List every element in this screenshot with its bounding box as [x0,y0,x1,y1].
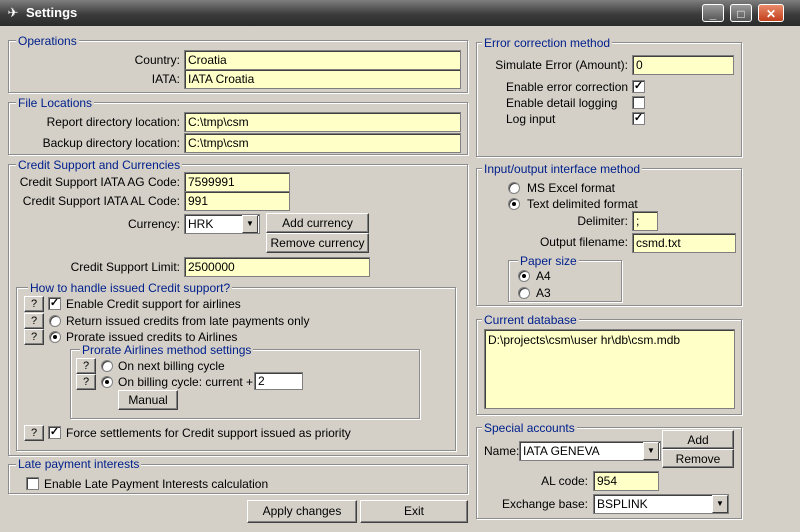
help-button-prorate[interactable]: ? [24,329,44,345]
cycle-offset-field[interactable]: 2 [254,372,303,390]
detail-logging-checkbox[interactable] [632,96,645,109]
country-label: Country: [134,53,180,67]
error-correction-legend: Error correction method [482,36,613,50]
chevron-down-icon[interactable]: ▼ [712,495,728,513]
detail-logging-label: Enable detail logging [506,96,618,110]
iata-field[interactable]: IATA Croatia [184,69,461,89]
maximize-button[interactable]: □ [730,4,752,22]
log-input-label: Log input [506,112,556,126]
next-cycle-label: On next billing cycle [118,359,225,373]
enable-credit-checkbox[interactable]: ✓ [48,297,61,310]
currency-value: HRK [188,217,214,231]
close-icon: ✕ [765,7,777,21]
help-button-on-cycle[interactable]: ? [76,374,96,390]
add-currency-button[interactable]: Add currency [266,213,369,233]
excel-format-radio[interactable] [508,182,520,194]
minimize-icon: _ [709,7,717,21]
delimiter-label: Delimiter: [577,214,628,228]
text-format-radio[interactable] [508,198,520,210]
on-cycle-radio[interactable] [101,376,113,388]
file-locations-legend: File Locations [16,96,95,110]
excel-format-label: MS Excel format [527,181,616,195]
ag-code-field[interactable]: 7599991 [184,172,290,192]
exchange-base-label: Exchange base: [501,497,588,511]
help-button-return[interactable]: ? [24,313,44,329]
maximize-icon: □ [737,7,745,21]
limit-label: Credit Support Limit: [70,260,180,274]
exit-button[interactable]: Exit [360,500,468,523]
al-code-label: Credit Support IATA AL Code: [22,194,180,208]
operations-legend: Operations [16,34,79,48]
report-dir-field[interactable]: C:\tmp\csm [184,112,461,132]
force-settlement-label: Force settlements for Credit support iss… [66,426,351,440]
current-database-legend: Current database [482,313,579,327]
apply-changes-button[interactable]: Apply changes [247,500,357,523]
help-button-enable[interactable]: ? [24,296,44,312]
title-bar[interactable]: ✈ Settings _ □ ✕ [0,0,800,26]
io-method-legend: Input/output interface method [482,162,643,176]
window-title: Settings [26,5,78,20]
a4-radio[interactable] [518,270,530,282]
help-button-force[interactable]: ? [24,425,44,441]
return-credits-radio[interactable] [49,315,61,327]
remove-currency-button[interactable]: Remove currency [266,233,369,253]
backup-dir-field[interactable]: C:\tmp\csm [184,133,461,153]
a3-radio[interactable] [518,287,530,299]
account-name-label: Name: [484,444,520,458]
credit-support-legend: Credit Support and Currencies [16,158,183,172]
simulate-error-field[interactable]: 0 [632,55,734,75]
paper-size-legend: Paper size [518,254,579,268]
a4-label: A4 [536,269,551,283]
delimiter-field[interactable]: ; [632,211,658,231]
chevron-down-icon[interactable]: ▼ [242,215,258,233]
output-filename-label: Output filename: [539,235,628,249]
iata-label: IATA: [151,72,180,86]
close-button[interactable]: ✕ [758,4,784,22]
enable-error-checkbox[interactable]: ✓ [632,80,645,93]
enable-error-label: Enable error correction [506,80,629,94]
force-settlement-checkbox[interactable]: ✓ [48,426,61,439]
airplane-icon: ✈ [7,5,19,20]
return-credits-label: Return issued credits from late payments… [66,314,310,328]
backup-dir-label: Backup directory location: [42,136,180,150]
al-code-special-field[interactable]: 954 [593,471,659,491]
exchange-base-select[interactable]: BSPLINK [593,494,729,514]
limit-field[interactable]: 2500000 [184,257,370,277]
on-cycle-label: On billing cycle: current + [118,375,254,389]
currency-label: Currency: [127,217,180,231]
simulate-error-label: Simulate Error (Amount): [495,58,628,72]
country-field[interactable]: Croatia [184,50,461,70]
add-account-button[interactable]: Add [662,430,734,449]
database-path-field[interactable]: D:\projects\csm\user hr\db\csm.mdb [484,329,735,409]
remove-account-button[interactable]: Remove [662,449,734,468]
exchange-base-value: BSPLINK [597,497,648,511]
next-cycle-radio[interactable] [101,360,113,372]
chevron-down-icon[interactable]: ▼ [643,442,659,460]
special-accounts-legend: Special accounts [482,421,577,435]
text-format-label: Text delimited format [527,197,638,211]
account-name-value: IATA GENEVA [523,444,600,458]
prorate-settings-legend: Prorate Airlines method settings [80,343,254,357]
enable-credit-label: Enable Credit support for airlines [66,297,241,311]
handling-legend: How to handle issued Credit support? [28,281,233,295]
output-filename-field[interactable]: csmd.txt [632,233,736,253]
account-name-select[interactable]: IATA GENEVA [519,441,661,461]
prorate-radio[interactable] [49,331,61,343]
late-payment-label: Enable Late Payment Interests calculatio… [44,477,269,491]
a3-label: A3 [536,286,551,300]
al-code-special-label: AL code: [541,474,588,488]
late-payment-legend: Late payment interests [16,457,142,471]
al-code-field[interactable]: 991 [184,191,290,211]
minimize-button[interactable]: _ [702,4,724,22]
manual-button[interactable]: Manual [118,390,178,410]
help-button-next-cycle[interactable]: ? [76,358,96,374]
late-payment-checkbox[interactable] [26,477,39,490]
report-dir-label: Report directory location: [46,115,180,129]
ag-code-label: Credit Support IATA AG Code: [19,175,180,189]
log-input-checkbox[interactable]: ✓ [632,112,645,125]
